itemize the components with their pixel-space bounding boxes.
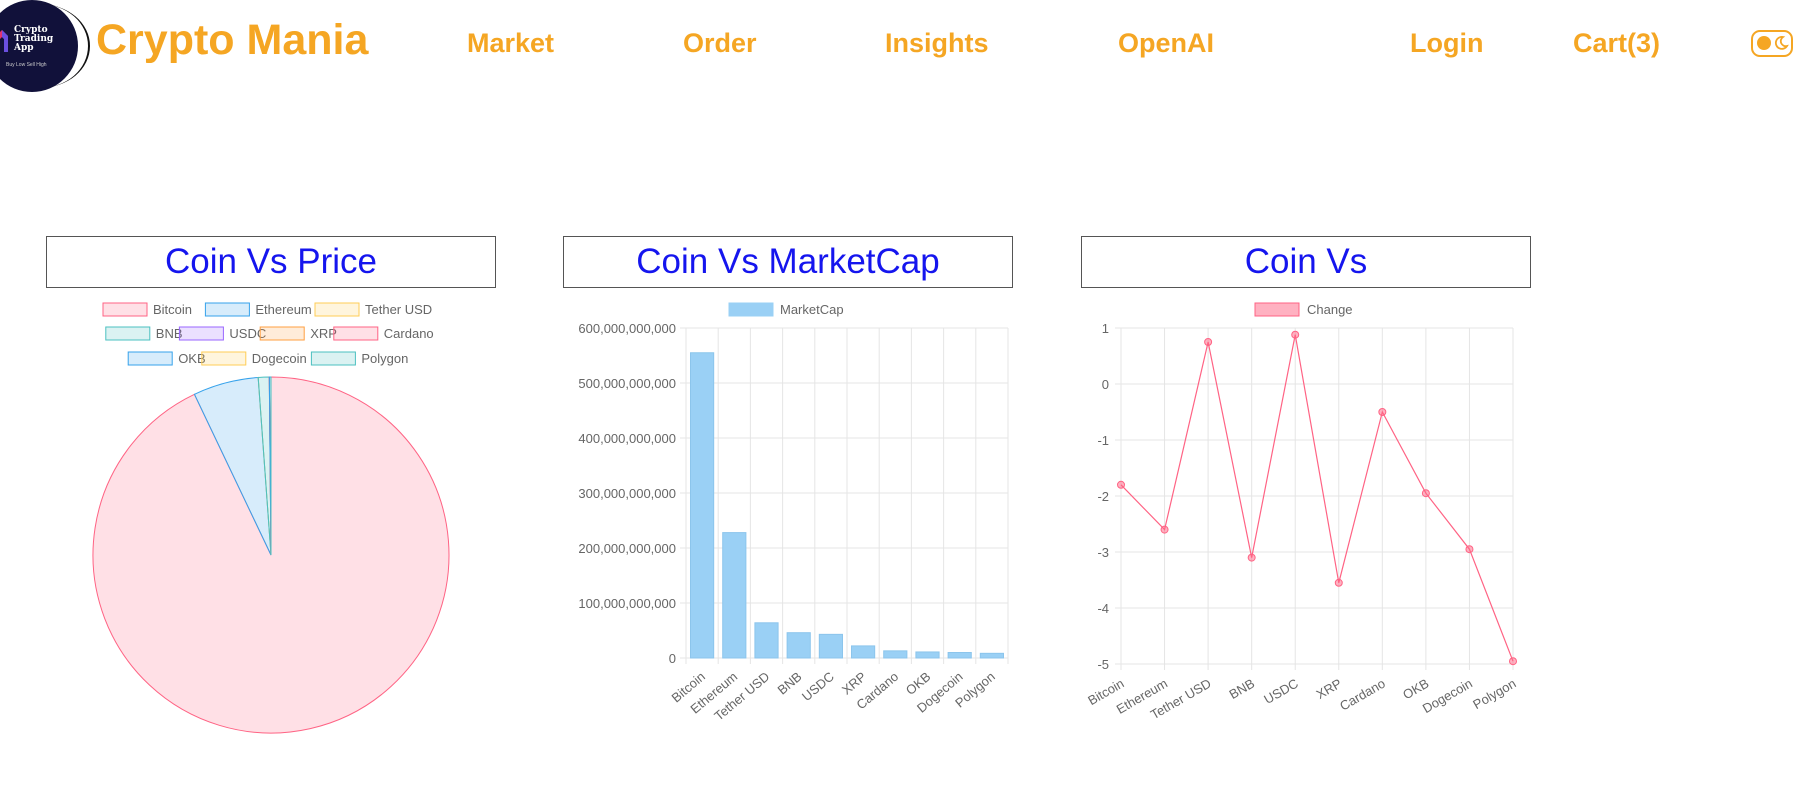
change-line-chart: Change10-1-2-3-4-5BitcoinEthereumTether … bbox=[1085, 302, 1518, 722]
legend-swatch-3 bbox=[105, 326, 151, 341]
y-tick-label-1: 500,000,000,000 bbox=[578, 376, 676, 391]
legend-swatch-9 bbox=[310, 351, 356, 366]
legend-swatch-marketcap bbox=[728, 302, 774, 317]
line-point-1 bbox=[1160, 525, 1169, 534]
marketcap-bar-chart: MarketCap 600,000,000,000 500,000,000,000 4… bbox=[578, 302, 1009, 723]
y-tick-label-3: -2 bbox=[1097, 489, 1109, 504]
x-tick-label-8: Dogecoin bbox=[1420, 676, 1475, 716]
y-tick-label-1: 0 bbox=[1102, 377, 1109, 392]
legend-swatch-7 bbox=[127, 351, 173, 366]
x-tick-label-3: BNB bbox=[1227, 676, 1258, 702]
legend-swatch-2 bbox=[314, 302, 360, 317]
legend-label-change: Change bbox=[1307, 302, 1353, 317]
brand-title[interactable]: Crypto Mania bbox=[96, 16, 368, 65]
toggle-knob bbox=[1757, 36, 1771, 50]
bar-7 bbox=[915, 651, 940, 659]
nav-login[interactable]: Login bbox=[1410, 28, 1483, 59]
y-tick-label-0: 600,000,000,000 bbox=[578, 321, 676, 336]
y-tick-label-0: 1 bbox=[1102, 321, 1109, 336]
legend-label-2: Tether USD bbox=[365, 302, 432, 317]
bar-6 bbox=[883, 650, 908, 659]
legend-label-6: Cardano bbox=[384, 326, 434, 341]
y-tick-label-4: -3 bbox=[1097, 545, 1109, 560]
price-pie-chart: Bitcoin Ethereum Tether USDBNB USDC XRP Carda… bbox=[92, 302, 450, 734]
x-tick-label-9: Polygon bbox=[1470, 676, 1518, 712]
nav-openai[interactable]: OpenAI bbox=[1118, 28, 1214, 59]
legend-swatch-8 bbox=[201, 351, 247, 366]
line-point-3 bbox=[1247, 553, 1256, 562]
line-point-4 bbox=[1291, 330, 1300, 339]
nav-insights[interactable]: Insights bbox=[885, 28, 989, 59]
nav-order[interactable]: Order bbox=[683, 28, 757, 59]
y-tick-label-5: -4 bbox=[1097, 601, 1109, 616]
legend-label-0: Bitcoin bbox=[153, 302, 192, 317]
bar-2 bbox=[754, 622, 779, 659]
line-point-7 bbox=[1421, 489, 1430, 498]
y-tick-label-2: -1 bbox=[1097, 433, 1109, 448]
y-tick-label-3: 300,000,000,000 bbox=[578, 486, 676, 501]
theme-toggle[interactable] bbox=[1751, 30, 1793, 57]
x-tick-label-6: Cardano bbox=[1337, 676, 1388, 714]
legend-swatch-4 bbox=[178, 326, 224, 341]
logo-line-3: App bbox=[14, 43, 34, 53]
legend-swatch-1 bbox=[204, 302, 250, 317]
bar-4 bbox=[818, 633, 843, 659]
bar-8 bbox=[947, 652, 972, 659]
marketcap-chart-title: Coin Vs MarketCap bbox=[563, 236, 1013, 288]
line-point-5 bbox=[1334, 578, 1343, 587]
legend-swatch-change bbox=[1254, 302, 1300, 317]
x-tick-label-4: USDC bbox=[1261, 676, 1300, 707]
y-tick-label-6: 0 bbox=[669, 651, 676, 666]
line-point-2 bbox=[1204, 338, 1213, 346]
y-tick-label-2: 400,000,000,000 bbox=[578, 431, 676, 446]
nav-cart[interactable]: Cart(3) bbox=[1573, 28, 1660, 59]
y-tick-label-5: 100,000,000,000 bbox=[578, 596, 676, 611]
legend-label-3: BNB bbox=[156, 326, 183, 341]
y-tick-label-6: -5 bbox=[1097, 657, 1109, 672]
line-point-0 bbox=[1117, 480, 1125, 489]
legend-label-5: XRP bbox=[310, 326, 337, 341]
nav-market[interactable]: Market bbox=[467, 28, 554, 59]
bar-1 bbox=[722, 532, 747, 659]
legend-swatch-0 bbox=[102, 302, 148, 317]
line-point-6 bbox=[1378, 408, 1387, 416]
line-point-8 bbox=[1465, 545, 1474, 554]
legend-label-marketcap: MarketCap bbox=[780, 302, 844, 317]
bar-3 bbox=[786, 632, 811, 659]
bar-5 bbox=[851, 645, 876, 659]
legend-label-9: Polygon bbox=[361, 351, 408, 366]
logo-tagline: Buy Low Sell High bbox=[6, 62, 47, 68]
legend-label-1: Ethereum bbox=[255, 302, 311, 317]
legend-swatch-6 bbox=[333, 326, 379, 341]
legend-label-8: Dogecoin bbox=[252, 351, 307, 366]
x-tick-label-4: USDC bbox=[799, 669, 837, 704]
line-point-9 bbox=[1509, 657, 1517, 666]
logo-mark-icon bbox=[0, 30, 8, 52]
legend-swatch-5 bbox=[259, 326, 305, 341]
navbar: Crypto Trading App Buy Low Sell High Cry… bbox=[0, 0, 1805, 92]
moon-icon bbox=[1774, 36, 1789, 50]
price-chart-title: Coin Vs Price bbox=[46, 236, 496, 288]
bar-9 bbox=[979, 652, 1004, 659]
logo[interactable]: Crypto Trading App Buy Low Sell High bbox=[0, 0, 78, 92]
bar-0 bbox=[690, 352, 715, 659]
change-chart-title: Coin Vs bbox=[1081, 236, 1531, 288]
y-tick-label-4: 200,000,000,000 bbox=[578, 541, 676, 556]
logo-text: Crypto Trading App bbox=[14, 26, 53, 53]
